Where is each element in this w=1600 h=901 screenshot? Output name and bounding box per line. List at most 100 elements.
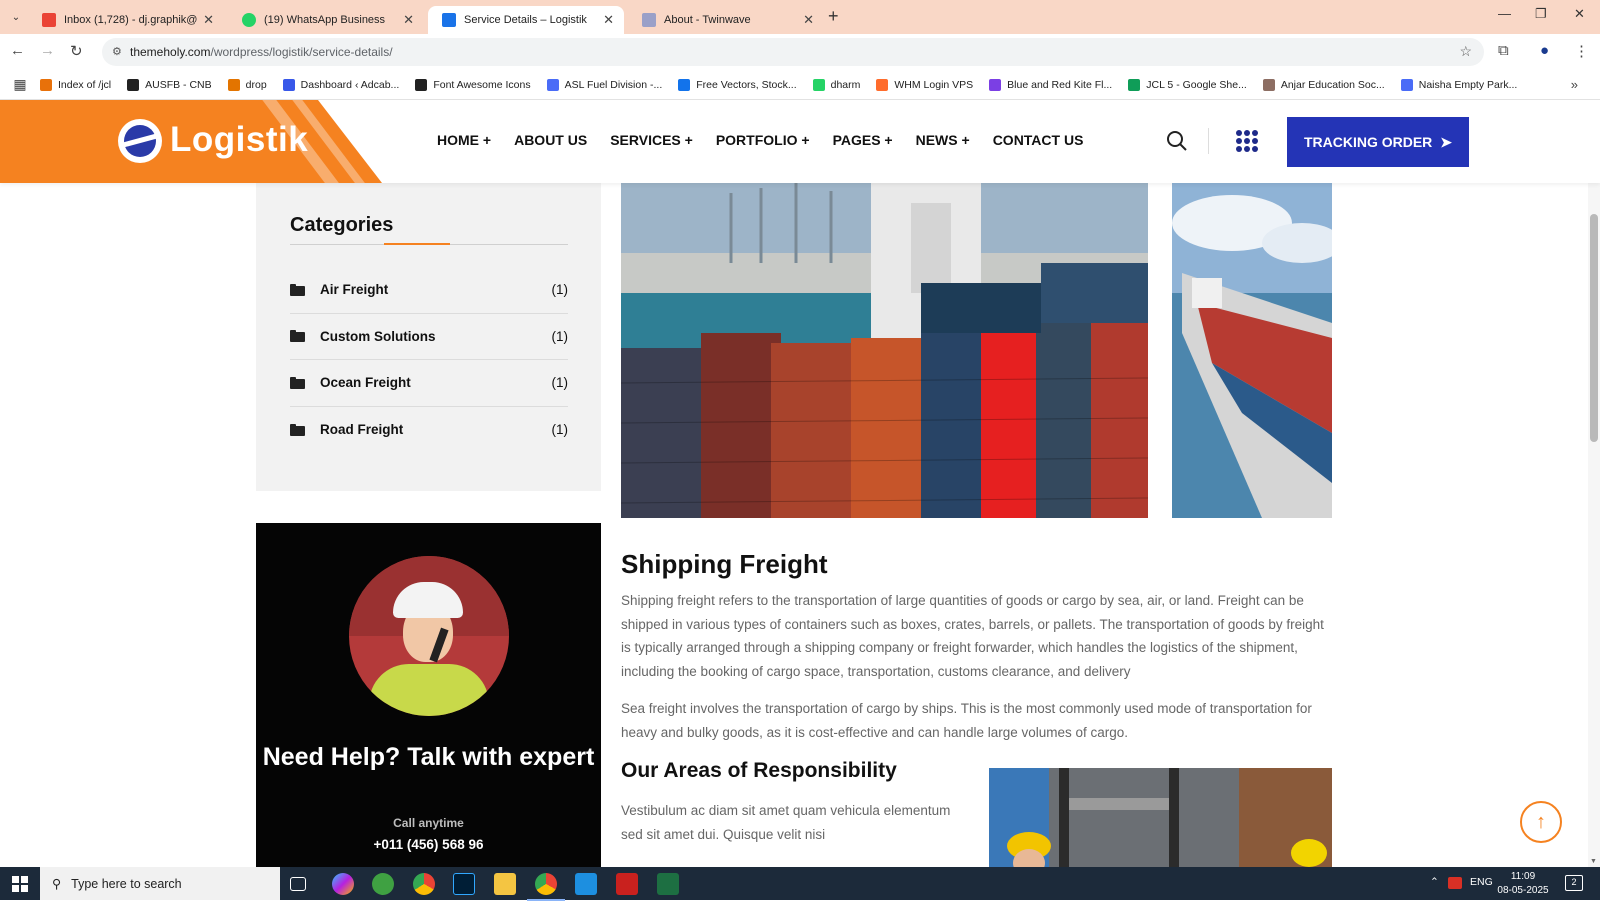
language-indicator[interactable]: ENG [1470, 876, 1493, 888]
category-ocean-freight[interactable]: Ocean Freight (1) [290, 360, 568, 407]
nav-home[interactable]: HOME + [437, 132, 491, 148]
bookmark-item[interactable]: drop [227, 78, 267, 91]
bookmark-favicon-icon [40, 78, 52, 91]
bookmark-favicon-icon [127, 78, 140, 91]
nav-news[interactable]: NEWS + [916, 132, 970, 148]
nav-pages[interactable]: PAGES + [833, 132, 893, 148]
bookmark-item[interactable]: ASL Fuel Division -... [546, 78, 662, 91]
logo-block[interactable]: Logistik [0, 100, 382, 183]
acrobat-icon[interactable] [616, 873, 638, 895]
windows-start-icon[interactable] [0, 867, 40, 900]
category-air-freight[interactable]: Air Freight (1) [290, 267, 568, 314]
forward-arrow-icon[interactable]: → [40, 42, 55, 59]
forklift-worker-image [989, 768, 1332, 867]
site-info-icon[interactable]: ⚙ [112, 45, 122, 58]
categories-widget: Categories Air Freight (1) Custom Soluti… [256, 183, 601, 491]
bookmark-item[interactable]: Blue and Red Kite Fl... [989, 78, 1112, 91]
category-road-freight[interactable]: Road Freight (1) [290, 407, 568, 454]
bookmarks-bar: ▦ Index of /jcl AUSFB - CNB drop Dashboard … [0, 70, 1600, 100]
menu-kebab-icon[interactable]: ⋮ [1574, 42, 1589, 60]
copilot-icon[interactable] [332, 873, 354, 895]
bookmark-item[interactable]: WHM Login VPS [876, 78, 973, 91]
container-ship-image [1172, 183, 1332, 518]
bookmark-item[interactable]: Naisha Empty Park... [1400, 78, 1517, 91]
bookmark-favicon-icon [812, 78, 825, 91]
tracking-order-label: TRACKING ORDER [1303, 134, 1433, 150]
bookmark-favicon-icon [546, 78, 559, 91]
chrome-icon[interactable] [413, 873, 435, 895]
gmail-icon [42, 13, 56, 27]
bookmark-item[interactable]: Index of /jcl [40, 78, 111, 91]
tray-overflow-chevron-icon[interactable]: ⌃ [1430, 876, 1439, 888]
back-arrow-icon[interactable]: ← [10, 42, 25, 59]
scroll-down-arrow-icon[interactable]: ▼ [1590, 858, 1597, 865]
app-shield-icon[interactable] [372, 873, 394, 895]
bookmark-item[interactable]: Dashboard ‹ Adcab... [282, 78, 399, 91]
tab-search-chevron-icon[interactable]: ⌄ [6, 7, 26, 27]
bookmark-favicon-icon [876, 78, 889, 91]
minimize-icon[interactable]: — [1498, 6, 1511, 21]
bookmark-list: Index of /jcl AUSFB - CNB drop Dashboard ‹ … [40, 78, 1533, 91]
bookmark-favicon-icon [1262, 78, 1275, 91]
scrollbar-thumb[interactable] [1590, 214, 1598, 442]
system-clock[interactable]: 11:09 08-05-2025 [1497, 870, 1549, 898]
notification-center-icon[interactable]: 2 [1565, 875, 1583, 891]
bookmark-item[interactable]: Font Awesome Icons [415, 78, 531, 91]
reload-icon[interactable]: ↻ [70, 42, 83, 60]
whatsapp-icon [242, 13, 256, 27]
url-path: /wordpress/logistik/service-details/ [210, 45, 393, 59]
tracking-order-button[interactable]: TRACKING ORDER ➤ [1287, 117, 1469, 167]
tray-app-icon[interactable] [1448, 877, 1462, 889]
close-icon[interactable]: ✕ [203, 12, 214, 28]
bookmark-favicon-icon [1400, 78, 1413, 91]
bookmark-item[interactable]: Anjar Education Soc... [1262, 78, 1385, 91]
category-name: Custom Solutions [320, 328, 436, 344]
phone-number-link[interactable]: +011 (456) 568 96 [256, 837, 601, 852]
apps-grid-icon[interactable]: ▦ [0, 76, 40, 93]
nav-portfolio[interactable]: PORTFOLIO + [716, 132, 810, 148]
tab-service-details[interactable]: Service Details – Logistik ✕ [428, 6, 624, 34]
tab-title: Service Details – Logistik [464, 14, 587, 26]
close-icon[interactable]: ✕ [403, 12, 414, 28]
tab-gmail[interactable]: Inbox (1,728) - dj.graphik@gm ✕ [28, 6, 224, 34]
nav-services[interactable]: SERVICES + [610, 132, 693, 148]
tab-whatsapp[interactable]: (19) WhatsApp Business ✕ [228, 6, 424, 34]
bookmark-item[interactable]: dharm [812, 78, 860, 91]
photoshop-icon[interactable] [453, 873, 475, 895]
bookmark-item[interactable]: AUSFB - CNB [127, 78, 212, 91]
search-icon[interactable] [1166, 130, 1188, 152]
extensions-puzzle-icon[interactable]: ⧉ [1498, 42, 1509, 59]
nav-about-us[interactable]: ABOUT US [514, 132, 587, 148]
page-scrollbar[interactable]: ▲ ▼ [1588, 100, 1600, 867]
category-count: (1) [551, 328, 569, 344]
grid-menu-icon[interactable] [1236, 130, 1258, 152]
category-custom-solutions[interactable]: Custom Solutions (1) [290, 314, 569, 360]
nav-contact-us[interactable]: CONTACT US [993, 132, 1084, 148]
bookmark-star-icon[interactable]: ☆ [1459, 43, 1472, 60]
address-bar[interactable]: ⚙ themeholy.com/wordpress/logistik/servi… [102, 38, 1484, 66]
folder-icon [290, 423, 306, 436]
bookmark-item[interactable]: Free Vectors, Stock... [678, 78, 797, 91]
restore-icon[interactable]: ❐ [1535, 6, 1547, 22]
profile-icon[interactable]: ● [1540, 42, 1549, 59]
bookmark-favicon-icon [415, 78, 428, 91]
scroll-to-top-button[interactable]: ↑ [1520, 801, 1562, 843]
bookmark-favicon-icon [1128, 78, 1141, 91]
new-tab-plus-icon[interactable]: + [828, 6, 839, 27]
tab-twinwave[interactable]: About - Twinwave ✕ [628, 6, 824, 34]
taskbar-search-box[interactable]: ⚲ Type here to search [40, 867, 280, 900]
more-bookmarks-icon[interactable]: » [1571, 77, 1578, 92]
logo-globe-icon [118, 119, 162, 163]
close-icon[interactable]: ✕ [603, 12, 614, 28]
paper-plane-icon: ➤ [1440, 133, 1453, 150]
tab-title: About - Twinwave [664, 14, 751, 26]
file-explorer-icon[interactable] [494, 873, 516, 895]
window-close-icon[interactable]: ✕ [1574, 6, 1585, 22]
close-icon[interactable]: ✕ [803, 12, 814, 28]
remote-desktop-icon[interactable] [575, 873, 597, 895]
chrome-active-icon[interactable] [527, 873, 565, 901]
categories-title: Categories [290, 214, 394, 236]
task-view-icon[interactable] [290, 877, 306, 891]
excel-icon[interactable] [657, 873, 679, 895]
bookmark-item[interactable]: JCL 5 - Google She... [1128, 78, 1247, 91]
